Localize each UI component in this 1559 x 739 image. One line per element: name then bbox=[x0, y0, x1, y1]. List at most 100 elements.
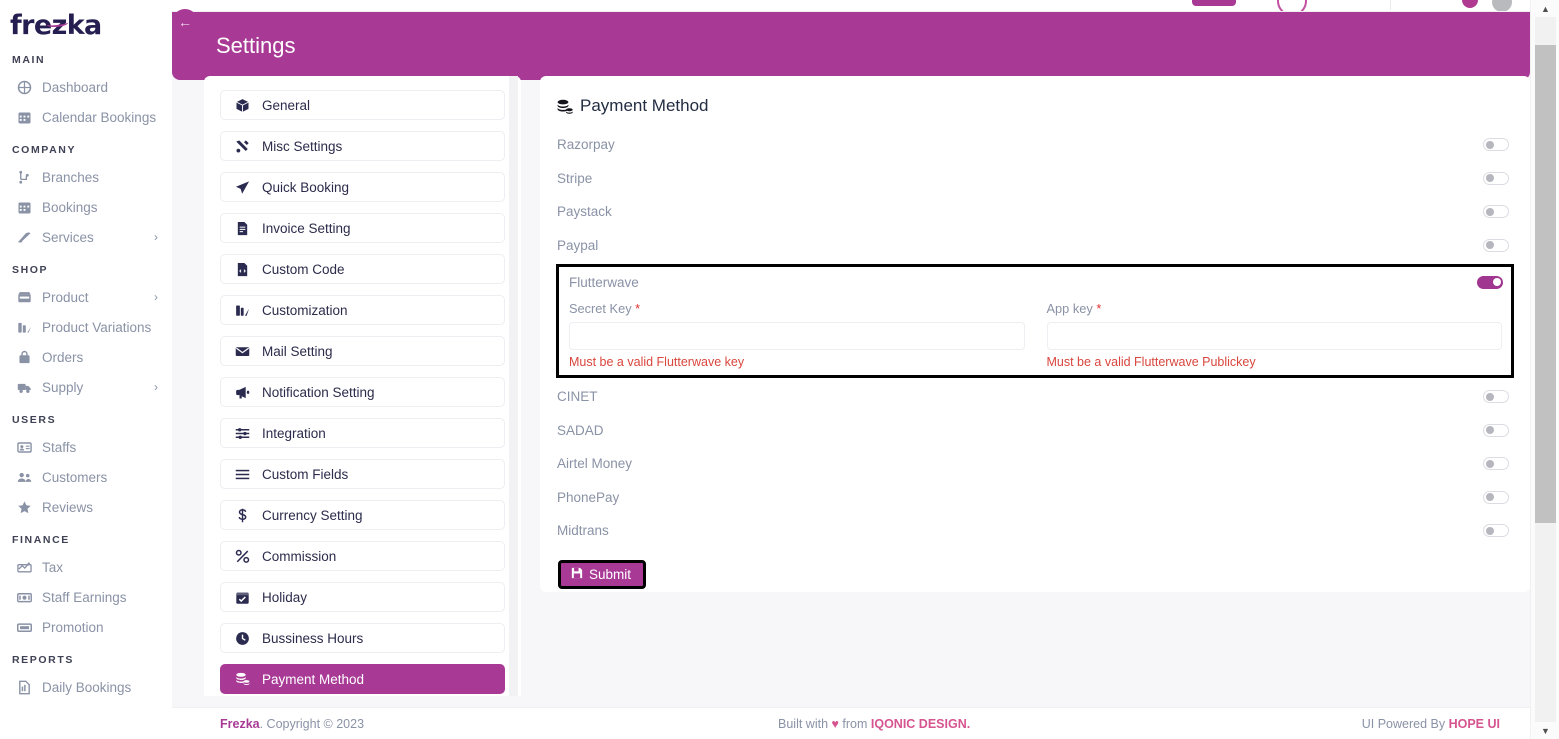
secret-key-input[interactable] bbox=[569, 322, 1025, 350]
settings-menu-item-custom-fields[interactable]: Custom Fields bbox=[220, 459, 505, 489]
flutterwave-toggle[interactable] bbox=[1477, 275, 1503, 289]
avatar[interactable] bbox=[1492, 0, 1512, 11]
payment-method-card: Payment Method Razorpay Stripe Paystack Pay… bbox=[540, 76, 1530, 592]
sidebar-item-staff-earnings[interactable]: Staff Earnings bbox=[0, 582, 172, 612]
app-key-input[interactable] bbox=[1046, 322, 1502, 350]
payment-method-name: Stripe bbox=[557, 170, 593, 186]
stripe-toggle[interactable] bbox=[1483, 171, 1509, 185]
sidebar-item-dashboard[interactable]: Dashboard bbox=[0, 72, 172, 102]
app-key-error: Must be a valid Flutterwave Publickey bbox=[1046, 355, 1256, 369]
settings-menu-item-misc-settings[interactable]: Misc Settings bbox=[220, 131, 505, 161]
settings-menu-item-custom-code[interactable]: Custom Code bbox=[220, 254, 505, 284]
payment-row-paypal[interactable]: Paypal bbox=[556, 229, 1514, 263]
sadad-toggle[interactable] bbox=[1483, 423, 1509, 437]
settings-menu-item-currency-setting[interactable]: Currency Setting bbox=[220, 500, 505, 530]
sidebar-item-promotion[interactable]: Promotion bbox=[0, 612, 172, 642]
main-content: ← Settings General Misc Settings Quick Boo… bbox=[172, 0, 1559, 739]
sidebar-section-title: SHOP bbox=[12, 264, 49, 276]
settings-menu-item-label: General bbox=[262, 97, 311, 113]
navbar-pill-button[interactable] bbox=[1192, 0, 1236, 6]
payment-row-paystack[interactable]: Paystack bbox=[556, 195, 1514, 229]
airtel-money-toggle[interactable] bbox=[1483, 457, 1509, 471]
arrow-left-icon[interactable]: ← bbox=[172, 9, 198, 35]
submit-row: Submit bbox=[556, 548, 1514, 589]
footer-iqonic-link[interactable]: IQONIC DESIGN. bbox=[871, 717, 970, 731]
sidebar-item-orders[interactable]: Orders bbox=[0, 342, 172, 372]
navbar-ring-icon[interactable] bbox=[1277, 0, 1307, 11]
navbar-notification-dot[interactable] bbox=[1462, 0, 1478, 8]
payment-row-razorpay[interactable]: Razorpay bbox=[556, 128, 1514, 162]
footer-copyright-text: . Copyright © 2023 bbox=[259, 716, 365, 731]
sidebar-item-product[interactable]: Product › bbox=[0, 282, 172, 312]
sidebar-item-customers[interactable]: Customers bbox=[0, 462, 172, 492]
settings-menu-item-holiday[interactable]: Holiday bbox=[220, 582, 505, 612]
footer-hopeui-link[interactable]: HOPE UI bbox=[1449, 717, 1500, 731]
sidebar-item-calendar-bookings[interactable]: Calendar Bookings bbox=[0, 102, 172, 132]
toggle-knob bbox=[1485, 459, 1494, 468]
sidebar-item-tax[interactable]: Tax bbox=[0, 552, 172, 582]
cinet-toggle[interactable] bbox=[1483, 390, 1509, 404]
sidebar-item-branches[interactable]: Branches bbox=[0, 162, 172, 192]
sidebar-section-title: USERS bbox=[12, 414, 57, 426]
scrollbar-thumb[interactable] bbox=[1535, 45, 1556, 523]
chevron-right-icon[interactable]: › bbox=[154, 381, 158, 393]
sidebar-item-label: Dashboard bbox=[42, 79, 109, 95]
report-icon bbox=[14, 679, 34, 695]
sidebar-item-staffs[interactable]: Staffs bbox=[0, 432, 172, 462]
settings-menu-item-notification-setting[interactable]: Notification Setting bbox=[220, 377, 505, 407]
scroll-up-arrow-icon[interactable]: ▲ bbox=[1531, 0, 1559, 17]
chevron-right-icon[interactable]: › bbox=[154, 291, 158, 303]
razorpay-toggle[interactable] bbox=[1483, 138, 1509, 152]
settings-menu-item-commission[interactable]: Commission bbox=[220, 541, 505, 571]
page-scrollbar[interactable]: ▲ ▼ bbox=[1530, 0, 1559, 739]
sidebar-item-label: Bookings bbox=[42, 199, 98, 215]
payment-row-airtel-money[interactable]: Airtel Money bbox=[556, 447, 1514, 481]
sidebar-item-bookings[interactable]: Bookings bbox=[0, 192, 172, 222]
settings-menu-item-general[interactable]: General bbox=[220, 90, 505, 120]
holiday-icon bbox=[235, 590, 254, 605]
settings-menu-item-bussiness-hours[interactable]: Bussiness Hours bbox=[220, 623, 505, 653]
sidebar-item-supply[interactable]: Supply › bbox=[0, 372, 172, 402]
tax-icon bbox=[14, 559, 34, 575]
secret-key-label-text: Secret Key bbox=[569, 301, 632, 316]
midtrans-toggle[interactable] bbox=[1483, 524, 1509, 538]
settings-menu-item-quick-booking[interactable]: Quick Booking bbox=[220, 172, 505, 202]
payment-row-stripe[interactable]: Stripe bbox=[556, 162, 1514, 196]
payment-row-phonepay[interactable]: PhonePay bbox=[556, 481, 1514, 515]
brand-logo[interactable]: frezka bbox=[0, 0, 172, 44]
sidebar-item-label: Supply bbox=[42, 379, 84, 395]
toggle-knob bbox=[1485, 174, 1494, 183]
sidebar-item-label: Services bbox=[42, 229, 94, 245]
submit-button[interactable]: Submit bbox=[558, 559, 647, 589]
footer-built-with: Built with bbox=[778, 716, 832, 731]
variations-icon bbox=[14, 319, 34, 335]
sidebar-item-daily-bookings[interactable]: Daily Bookings bbox=[0, 672, 172, 702]
settings-menu-item-invoice-setting[interactable]: Invoice Setting bbox=[220, 213, 505, 243]
sidebar-item-label: Branches bbox=[42, 169, 100, 185]
money-icon bbox=[14, 589, 34, 605]
payment-row-sadad[interactable]: SADAD bbox=[556, 414, 1514, 448]
sidebar-item-reviews[interactable]: Reviews bbox=[0, 492, 172, 522]
settings-menu-item-payment-method[interactable]: Payment Method bbox=[220, 664, 505, 694]
settings-menu-item-customization[interactable]: Customization bbox=[220, 295, 505, 325]
settings-column-scrollbar[interactable] bbox=[509, 76, 518, 696]
scroll-down-arrow-icon[interactable]: ▼ bbox=[1531, 722, 1559, 739]
settings-menu-item-integration[interactable]: Integration bbox=[220, 418, 505, 448]
payment-row-cinet[interactable]: CINET bbox=[556, 380, 1514, 414]
paypal-toggle[interactable] bbox=[1483, 238, 1509, 252]
secret-key-error: Must be a valid Flutterwave key bbox=[569, 355, 745, 369]
id-card-icon bbox=[14, 439, 34, 455]
phonepay-toggle[interactable] bbox=[1483, 490, 1509, 504]
app-key-label-text: App key bbox=[1046, 301, 1093, 316]
sidebar-item-services[interactable]: Services › bbox=[0, 222, 172, 252]
settings-menu-item-mail-setting[interactable]: Mail Setting bbox=[220, 336, 505, 366]
chevron-right-icon[interactable]: › bbox=[154, 231, 158, 243]
sidebar-section-title: FINANCE bbox=[12, 534, 70, 546]
sidebar-item-label: Calendar Bookings bbox=[42, 109, 157, 125]
payment-row-midtrans[interactable]: Midtrans bbox=[556, 514, 1514, 548]
flutterwave-row[interactable]: Flutterwave bbox=[567, 267, 1503, 297]
paystack-toggle[interactable] bbox=[1483, 205, 1509, 219]
dashboard-icon bbox=[14, 79, 34, 95]
sidebar-item-product-variations[interactable]: Product Variations bbox=[0, 312, 172, 342]
payment-method-name: PhonePay bbox=[557, 489, 620, 505]
